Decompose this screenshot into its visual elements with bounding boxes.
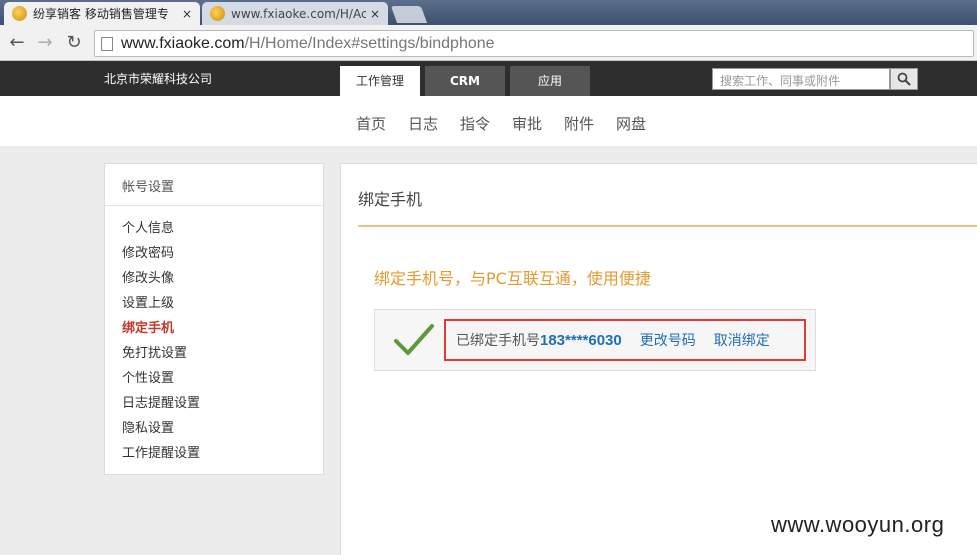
tab-work-management[interactable]: 工作管理 <box>340 66 420 96</box>
sidebar-item-personalization[interactable]: 个性设置 <box>105 366 323 391</box>
tab-crm[interactable]: CRM <box>425 66 505 96</box>
sidebar-item-profile[interactable]: 个人信息 <box>105 216 323 241</box>
main-panel: 绑定手机 绑定手机号，与PC互联互通，使用便捷 已绑定手机号 183****60… <box>340 163 977 555</box>
sidebar-item-privacy[interactable]: 隐私设置 <box>105 416 323 441</box>
subnav-log[interactable]: 日志 <box>408 113 438 134</box>
forward-icon[interactable]: → <box>34 32 56 54</box>
unbind-link[interactable]: 取消绑定 <box>714 330 770 350</box>
tab-close-icon[interactable]: × <box>370 7 380 21</box>
sidebar-item-work-reminder[interactable]: 工作提醒设置 <box>105 441 323 466</box>
sidebar-list: 个人信息 修改密码 修改头像 设置上级 绑定手机 免打扰设置 个性设置 日志提醒… <box>105 206 323 466</box>
checkmark-icon <box>394 324 434 355</box>
url-path: /H/Home/Index#settings/bindphone <box>244 34 495 52</box>
tab-title: 纷享销客 移动销售管理专 <box>33 7 169 21</box>
sidebar-title: 帐号设置 <box>105 164 323 206</box>
bound-phone-highlight: 已绑定手机号 183****6030 更改号码 取消绑定 <box>444 319 806 361</box>
subnav-attachment[interactable]: 附件 <box>564 113 594 134</box>
subnav-home[interactable]: 首页 <box>356 113 386 134</box>
title-divider <box>358 225 977 227</box>
reload-icon[interactable]: ↻ <box>63 32 85 54</box>
back-icon[interactable]: ← <box>6 32 28 54</box>
address-bar[interactable]: www.fxiaoke.com/H/Home/Index#settings/bi… <box>94 30 974 57</box>
browser-tab-active[interactable]: 纷享销客 移动销售管理专 × <box>4 2 200 25</box>
sidebar-item-log-reminder[interactable]: 日志提醒设置 <box>105 391 323 416</box>
tab-close-icon[interactable]: × <box>182 7 192 21</box>
company-name: 北京市荣耀科技公司 <box>104 72 213 86</box>
sub-navigation: 首页 日志 指令 审批 附件 网盘 <box>0 96 977 146</box>
bound-phone-label: 已绑定手机号 <box>456 333 540 349</box>
search-button[interactable] <box>890 68 918 90</box>
new-tab-button[interactable] <box>390 6 428 23</box>
search-icon <box>897 72 911 86</box>
sidebar-item-change-password[interactable]: 修改密码 <box>105 241 323 266</box>
bound-phone-number: 183****6030 <box>540 331 622 349</box>
browser-toolbar: ← → ↻ www.fxiaoke.com/H/Home/Index#setti… <box>0 25 977 61</box>
bind-status-box: 已绑定手机号 183****6030 更改号码 取消绑定 <box>374 309 816 371</box>
sidebar-item-change-avatar[interactable]: 修改头像 <box>105 266 323 291</box>
change-number-link[interactable]: 更改号码 <box>640 330 696 350</box>
subnav-netdisk[interactable]: 网盘 <box>616 113 646 134</box>
page-icon <box>101 36 113 51</box>
site-favicon-icon <box>210 6 225 21</box>
url-host: www.fxiaoke.com <box>121 34 245 52</box>
watermark-text: www.wooyun.org <box>771 512 945 537</box>
browser-tabstrip: 纷享销客 移动销售管理专 × www.fxiaoke.com/H/Acc × <box>0 0 977 25</box>
url-text: www.fxiaoke.com/H/Home/Index#settings/bi… <box>121 35 495 53</box>
sidebar-item-bind-phone[interactable]: 绑定手机 <box>105 316 323 341</box>
sidebar-item-do-not-disturb[interactable]: 免打扰设置 <box>105 341 323 366</box>
subnav-approval[interactable]: 审批 <box>512 113 542 134</box>
sidebar-item-set-superior[interactable]: 设置上级 <box>105 291 323 316</box>
browser-tab-inactive[interactable]: www.fxiaoke.com/H/Acc × <box>202 2 388 25</box>
page-title: 绑定手机 <box>358 190 423 209</box>
app-header: 北京市荣耀科技公司 工作管理 CRM 应用 搜索工作、同事或附件 <box>0 61 977 96</box>
bind-slogan: 绑定手机号，与PC互联互通，使用便捷 <box>374 269 651 288</box>
settings-sidebar: 帐号设置 个人信息 修改密码 修改头像 设置上级 绑定手机 免打扰设置 个性设置… <box>104 163 324 475</box>
tab-title: www.fxiaoke.com/H/Acc <box>231 6 366 21</box>
tab-apps[interactable]: 应用 <box>510 66 590 96</box>
search-input[interactable]: 搜索工作、同事或附件 <box>712 68 890 90</box>
site-favicon-icon <box>12 6 27 21</box>
subnav-instruction[interactable]: 指令 <box>460 113 490 134</box>
